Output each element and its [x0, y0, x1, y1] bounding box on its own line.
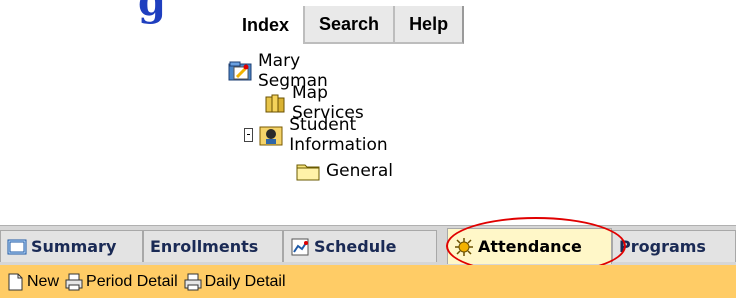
tab-programs[interactable]: Programs: [612, 230, 736, 262]
page-title-fragment: g: [138, 0, 166, 25]
new-button[interactable]: New: [6, 273, 59, 291]
period-detail-button[interactable]: Period Detail: [65, 273, 178, 291]
printer-icon: [65, 273, 83, 291]
folder-icon: [296, 159, 322, 183]
map-services-icon: [262, 91, 288, 115]
tab-summary[interactable]: Summary: [0, 230, 143, 262]
tree-node-mary-segman[interactable]: Mary Segman: [228, 51, 328, 91]
tab-schedule[interactable]: Schedule: [283, 230, 437, 262]
tree-node-label: Student Information: [289, 115, 388, 155]
tree-node-general[interactable]: General: [296, 158, 393, 184]
attendance-toolbar: New Period Detail Daily Detail: [0, 265, 736, 298]
tree-node-student-information[interactable]: Student Information: [244, 115, 392, 155]
printer-icon: [184, 273, 202, 291]
daily-detail-button[interactable]: Daily Detail: [184, 273, 286, 291]
collapse-toggle[interactable]: [244, 128, 254, 142]
tab-index[interactable]: Index: [228, 6, 306, 44]
tree-node-map-services[interactable]: Map Services: [262, 83, 364, 123]
tab-help[interactable]: Help: [395, 6, 465, 44]
tab-enrollments[interactable]: Enrollments: [143, 230, 283, 262]
user-folder-icon: [228, 59, 254, 83]
student-info-icon: [259, 123, 285, 147]
new-document-icon: [6, 273, 24, 291]
tree-node-label: General: [326, 161, 393, 181]
schedule-icon: [290, 237, 310, 257]
tab-search[interactable]: Search: [305, 6, 396, 44]
top-nav: Index Search Help: [228, 6, 465, 44]
summary-icon: [7, 237, 27, 257]
